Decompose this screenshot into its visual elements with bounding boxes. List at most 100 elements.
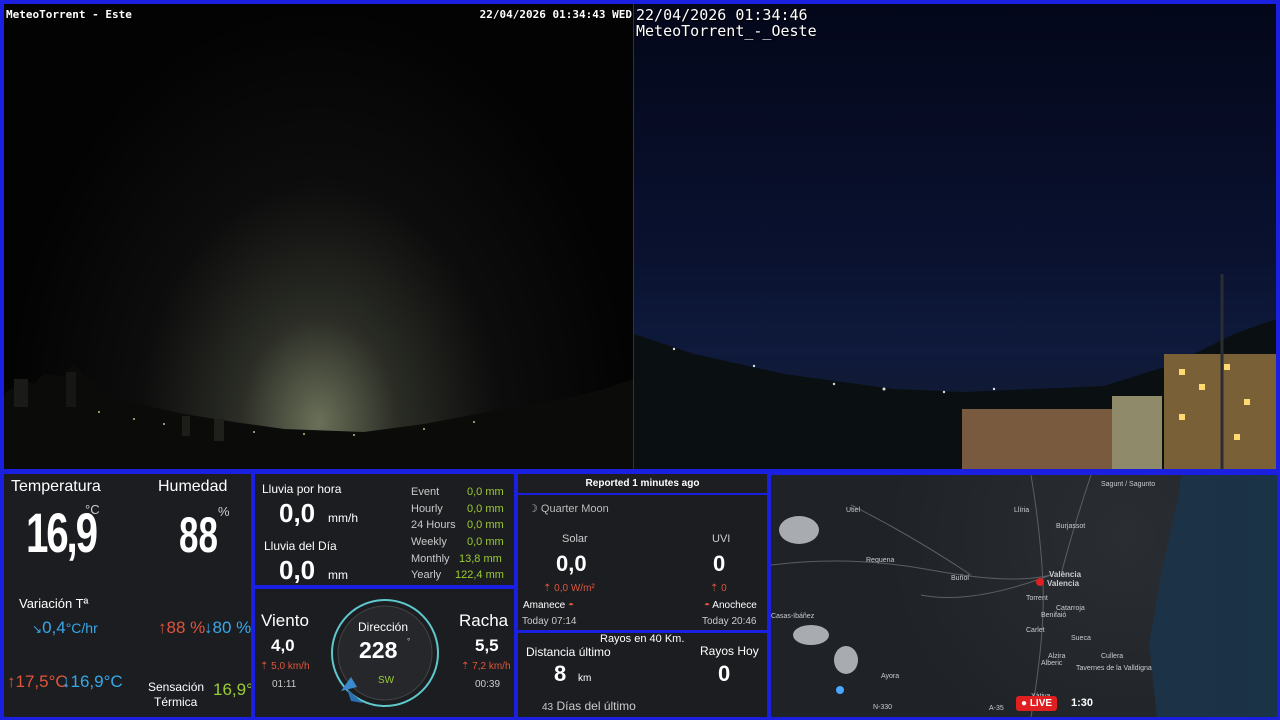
wind-max-time: 01:11 [272,679,297,690]
rain-row-value: 0,0 mm [467,536,504,548]
map-place: Torrent [1026,595,1048,602]
temp-min: ↓16,9°C [62,672,123,692]
rain-hour-unit: mm/h [328,511,358,525]
rain-row-value: 13,8 mm [459,553,502,565]
temp-variation-label: Variación Tª [19,596,89,611]
sunrise-time: Today 07:14 [522,616,577,627]
arrow-up-icon: ↑ [7,672,16,691]
temp-variation-unit: °C/hr [65,620,98,636]
rain-day-label: Lluvia del Día [264,539,337,553]
gust-icon: ⇡ [260,661,272,672]
west-camera-title: MeteoTorrent_-_Oeste [636,22,817,40]
gust-icon: ⇡ [461,661,473,672]
wind-direction-cardinal: SW [378,675,395,686]
sunrise: Amanece ◓ [523,600,574,611]
map-place: Catarroja [1056,605,1085,612]
gust-max-time: 00:39 [475,679,501,690]
solar-max: ⇡ 0,0 W/m² [543,583,595,594]
wind-direction-label: Dirección [358,620,409,634]
weather-radar-map[interactable]: Sagunt / Sagunto Llíria Burjassot Valènc… [771,475,1277,717]
arrow-up-icon: ↑ [158,618,167,637]
gust-value: 5,5 [475,636,499,655]
rain-hour-value: 0,0 [279,498,316,528]
days-since-value: 43 [542,702,554,713]
temperature-unit: °C [85,502,100,517]
location-marker-icon[interactable] [1036,578,1044,586]
lightning-today-value: 0 [718,661,731,686]
lightning-today-label: Rayos Hoy [700,644,759,658]
rain-row-label: 24 Hours [411,519,456,531]
uvi-max: ⇡ 0 [710,583,727,594]
humidity-title: Humedad [158,478,228,495]
rain-hour-label: Lluvia por hora [262,482,342,496]
wind-direction-unit: ° [407,637,411,646]
map-place: Carlet [1026,627,1045,634]
moon-icon: ☽ [528,503,541,515]
temperature-humidity-panel: Temperatura 16,9 °C Humedad 88 % Variaci… [4,474,251,717]
east-camera-feed: MeteoTorrent - Este 22/04/2026 01:34:43 … [4,4,633,469]
gust-title: Racha [459,611,509,630]
map-place: Alzira [1048,653,1066,660]
temp-variation-value: 0,4 [42,618,66,637]
sunset: ◓ Anochece [704,600,757,611]
uvi-label: UVI [712,533,731,545]
feels-like-label2: Térmica [154,695,198,709]
wind-speed-value: 4,0 [271,636,295,655]
sunrise-icon: ◓ [568,600,575,611]
map-place: Utiel [846,507,861,514]
max-icon: ⇡ [543,583,555,594]
uvi-value: 0 [713,551,726,576]
rain-day-value: 0,0 [279,555,316,585]
map-place: Burjassot [1056,523,1086,530]
west-cityscape-image [634,274,1276,469]
humidity-value: 88 [179,507,218,563]
map-place: Sueca [1071,635,1091,642]
sunrise-label: Amanece [523,600,566,611]
map-place: Casas-Ibáñez [771,613,815,620]
rain-row-value: 122,4 mm [455,569,504,581]
map-place: Requena [866,557,895,564]
rain-row-value: 0,0 mm [467,486,504,498]
weather-dashboard: MeteoTorrent - Este 22/04/2026 01:34:43 … [0,0,1280,720]
map-place: Valencia [1047,579,1080,588]
lightning-distance-label: Distancia último [526,645,611,659]
rain-row-label: Yearly [411,569,442,581]
sunset-label: Anochece [712,600,757,611]
map-place: Sagunt / Sagunto [1101,481,1156,488]
humidity-max: ↑88 % [158,618,205,638]
max-icon: ⇡ [710,583,722,594]
lightning-distance-value: 8 [554,661,567,686]
live-badge[interactable]: ● LIVE [1016,696,1058,711]
days-since-label: Días del último [556,699,636,713]
gust-max: ⇡ 7,2 km/h [461,661,511,672]
rain-row-label: Hourly [411,503,443,515]
moon-phase: ☽ Quarter Moon [528,502,609,515]
lightning-panel: Rayos en 40 Km. Distancia último 8 km Ra… [518,633,767,717]
map-place: València [1049,570,1082,579]
map-place: Llíria [1014,507,1030,514]
feels-like-value: 16,9°C [213,680,251,699]
wind-max: ⇡ 5,0 km/h [260,661,310,672]
humidity-min: ↓80 % [204,618,251,638]
rain-row-label: Weekly [411,536,447,548]
rain-day-unit: mm [328,568,348,582]
east-skyline-image [4,364,633,469]
east-camera-title: MeteoTorrent - Este [6,8,132,21]
gust-max-value: 7,2 km/h [472,661,511,672]
map-place: Buñol [951,575,969,582]
wind-direction-value: 228 [359,637,398,663]
sunset-time: Today 20:46 [702,616,757,627]
trend-icon: ↘ [32,622,43,636]
solar-label: Solar [562,533,588,545]
wind-max-value: 5,0 km/h [271,661,310,672]
map-place: Cullera [1101,653,1124,660]
rain-panel: Lluvia por hora 0,0 mm/h Lluvia del Día … [255,474,514,585]
rain-row-label: Event [411,486,440,498]
temp-min-value: 16,9°C [70,672,123,691]
solar-panel: ☽ Quarter Moon Solar 0,0 ⇡ 0,0 W/m² UVI … [518,495,767,630]
temperature-title: Temperatura [11,478,101,495]
rain-row-value: 0,0 mm [467,503,504,515]
lightning-distance-unit: km [578,673,592,684]
map-place: Ayora [881,673,900,680]
map-place: Benifaió [1041,612,1067,619]
